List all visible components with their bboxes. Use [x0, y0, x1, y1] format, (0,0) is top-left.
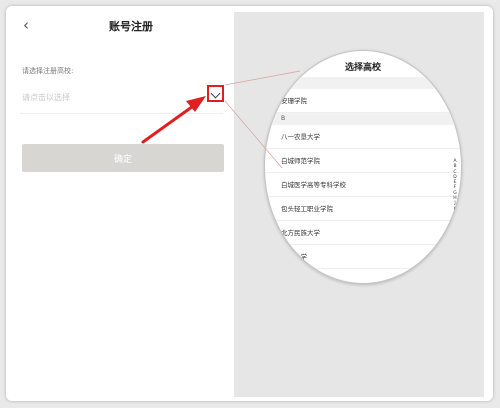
red-arrow-shaft [141, 102, 198, 144]
annotation-overlay [141, 70, 301, 169]
callout-line [224, 70, 301, 86]
callout-line [224, 100, 283, 169]
